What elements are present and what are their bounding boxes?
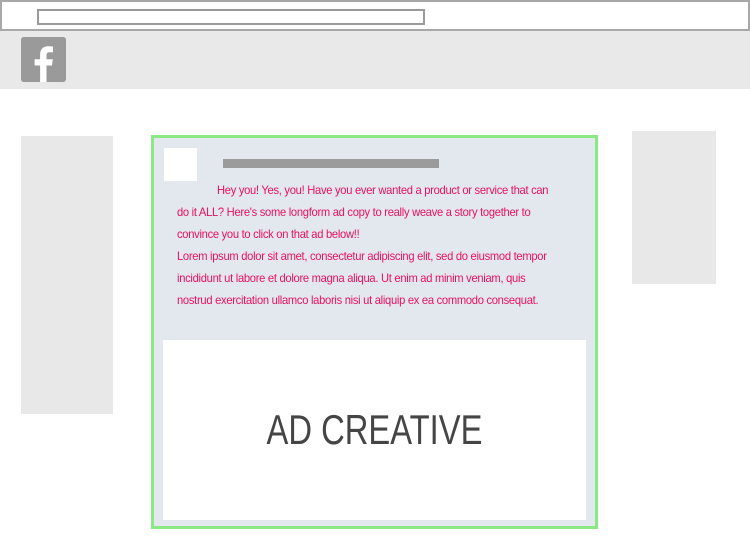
facebook-logo-graphic [21, 37, 66, 82]
site-header [0, 31, 750, 89]
browser-bar [0, 0, 750, 31]
ad-creative-label: AD CREATIVE [266, 406, 483, 453]
facebook-icon[interactable] [21, 37, 66, 82]
ad-copy-intro: Hey you! Yes, you! Have you ever wanted … [177, 183, 549, 241]
right-sidebar-placeholder [632, 131, 716, 284]
left-sidebar-placeholder [21, 136, 113, 414]
sponsored-ad-post[interactable]: Hey you! Yes, you! Have you ever wanted … [151, 135, 598, 529]
advertiser-avatar[interactable] [164, 148, 197, 181]
ad-copy-lorem: Lorem ipsum dolor sit amet, consectetur … [177, 249, 547, 307]
ad-copy-text: Hey you! Yes, you! Have you ever wanted … [177, 179, 553, 311]
advertiser-name-placeholder[interactable] [223, 159, 439, 168]
ad-creative-image[interactable]: AD CREATIVE [163, 340, 586, 520]
address-bar-input[interactable] [37, 9, 425, 25]
